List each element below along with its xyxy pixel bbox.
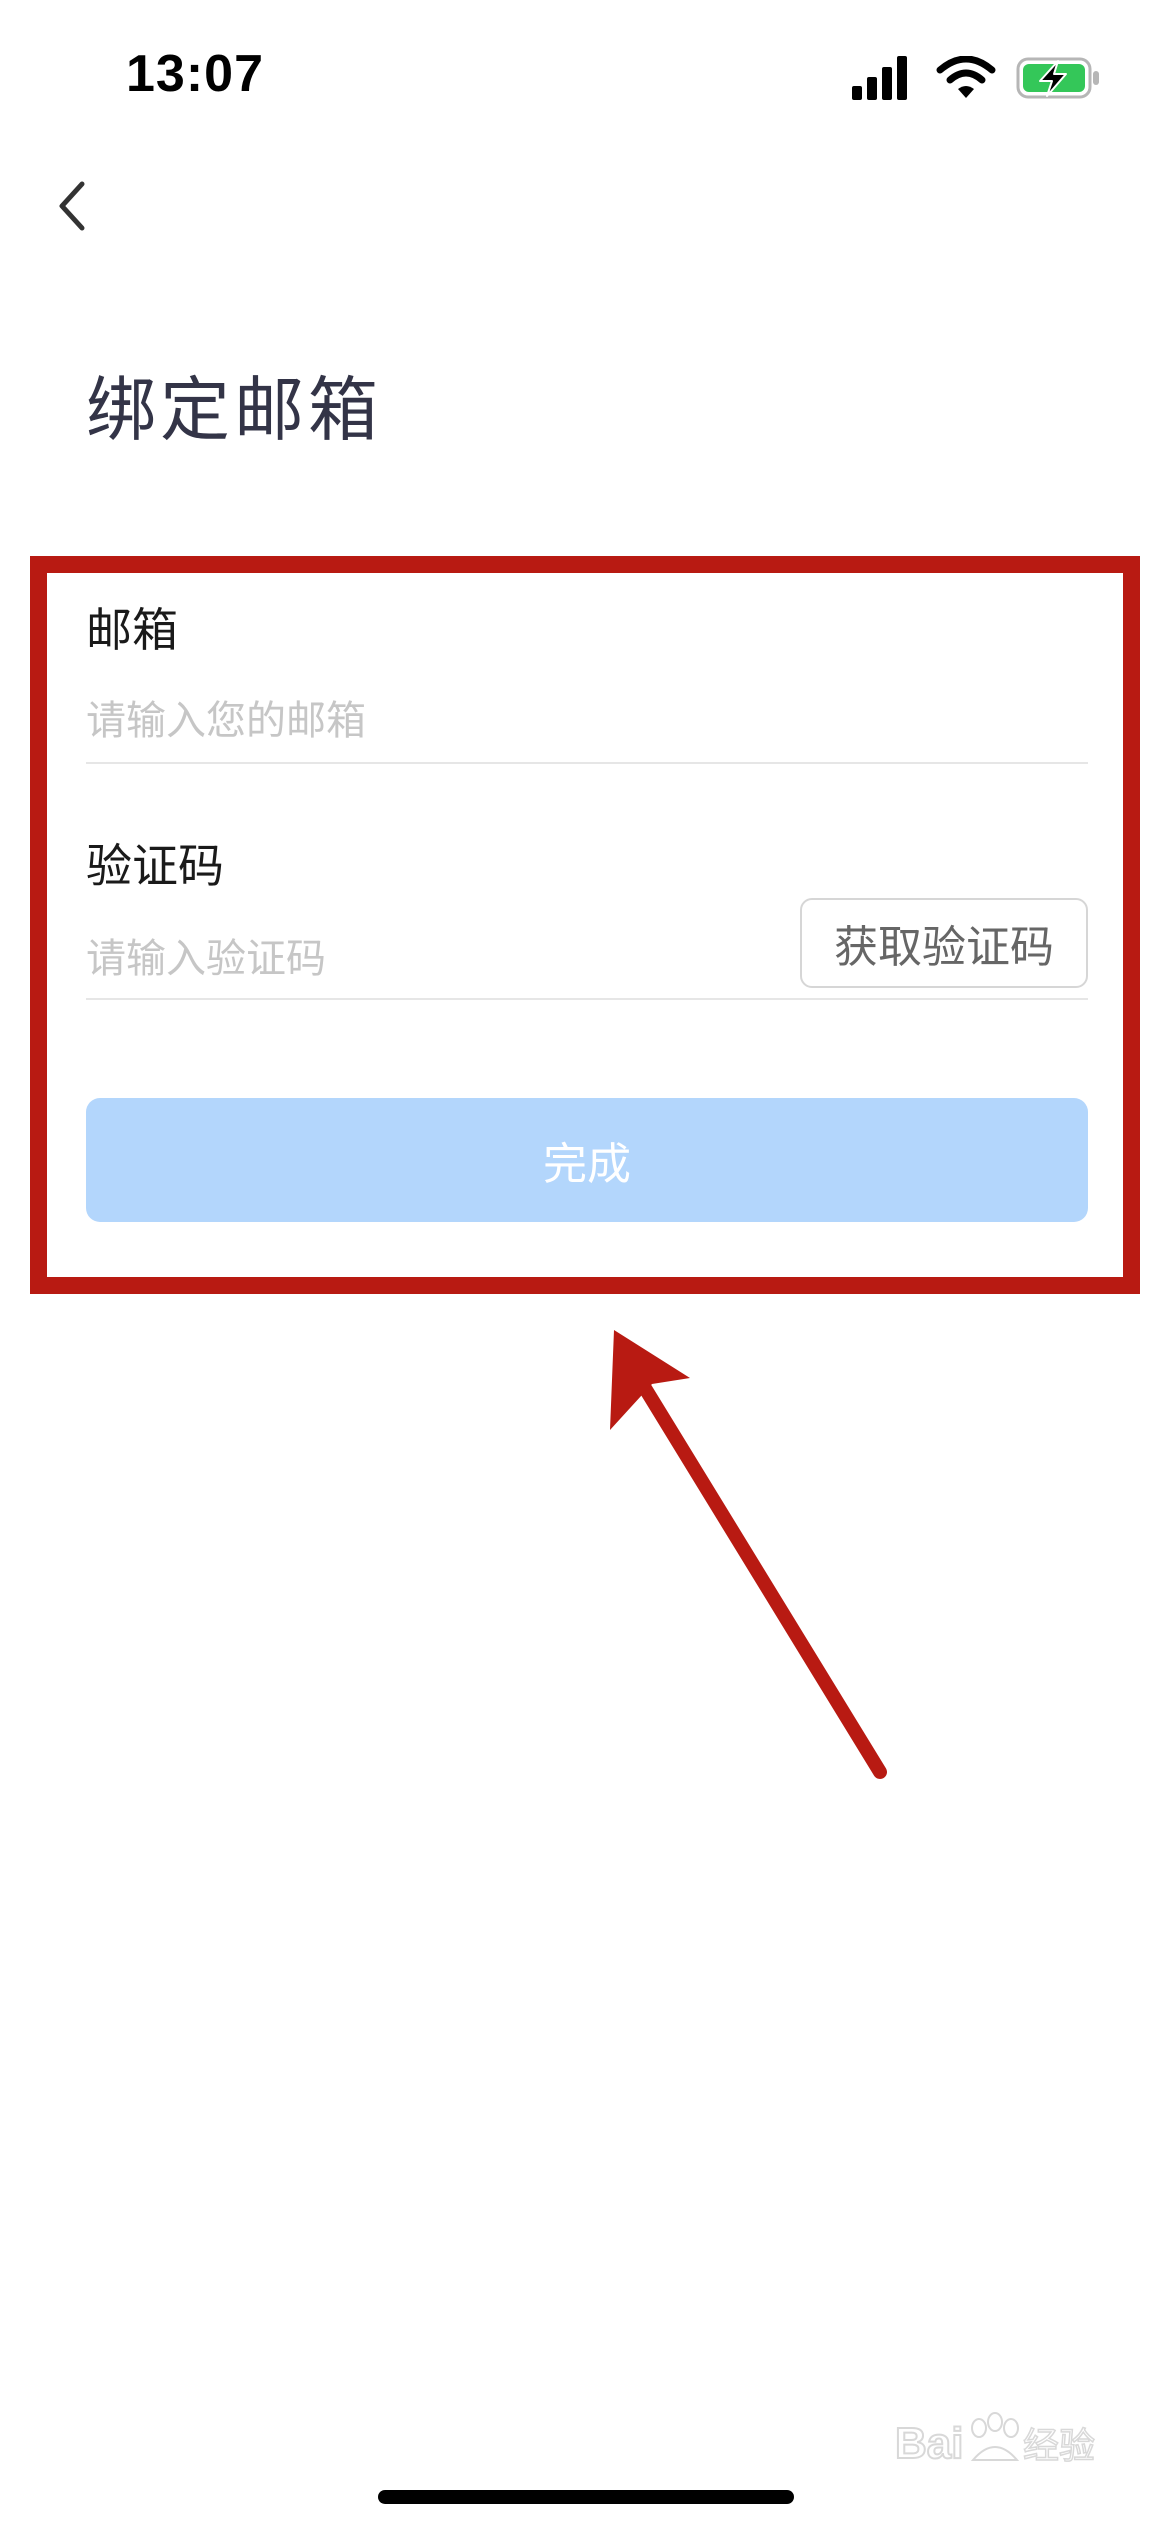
status-time: 13:07	[126, 45, 264, 103]
wifi-icon	[936, 56, 996, 98]
baidu-watermark-logo: Bai 经验	[895, 2412, 1096, 2469]
svg-text:Bai: Bai	[895, 2419, 963, 2468]
chevron-left-icon	[59, 181, 85, 231]
svg-text:经验: 经验	[1023, 2426, 1095, 2467]
annotation-arrow	[610, 1330, 887, 1779]
status-icons	[852, 56, 1102, 100]
page-title: 绑定邮箱	[86, 369, 382, 451]
battery-charging-icon	[1016, 57, 1099, 99]
home-indicator	[378, 2490, 794, 2504]
annotation-highlight-box	[30, 556, 1140, 1294]
back-button[interactable]	[50, 178, 94, 234]
status-bar: 13:07	[0, 0, 1170, 150]
cellular-signal-icon	[852, 56, 907, 100]
